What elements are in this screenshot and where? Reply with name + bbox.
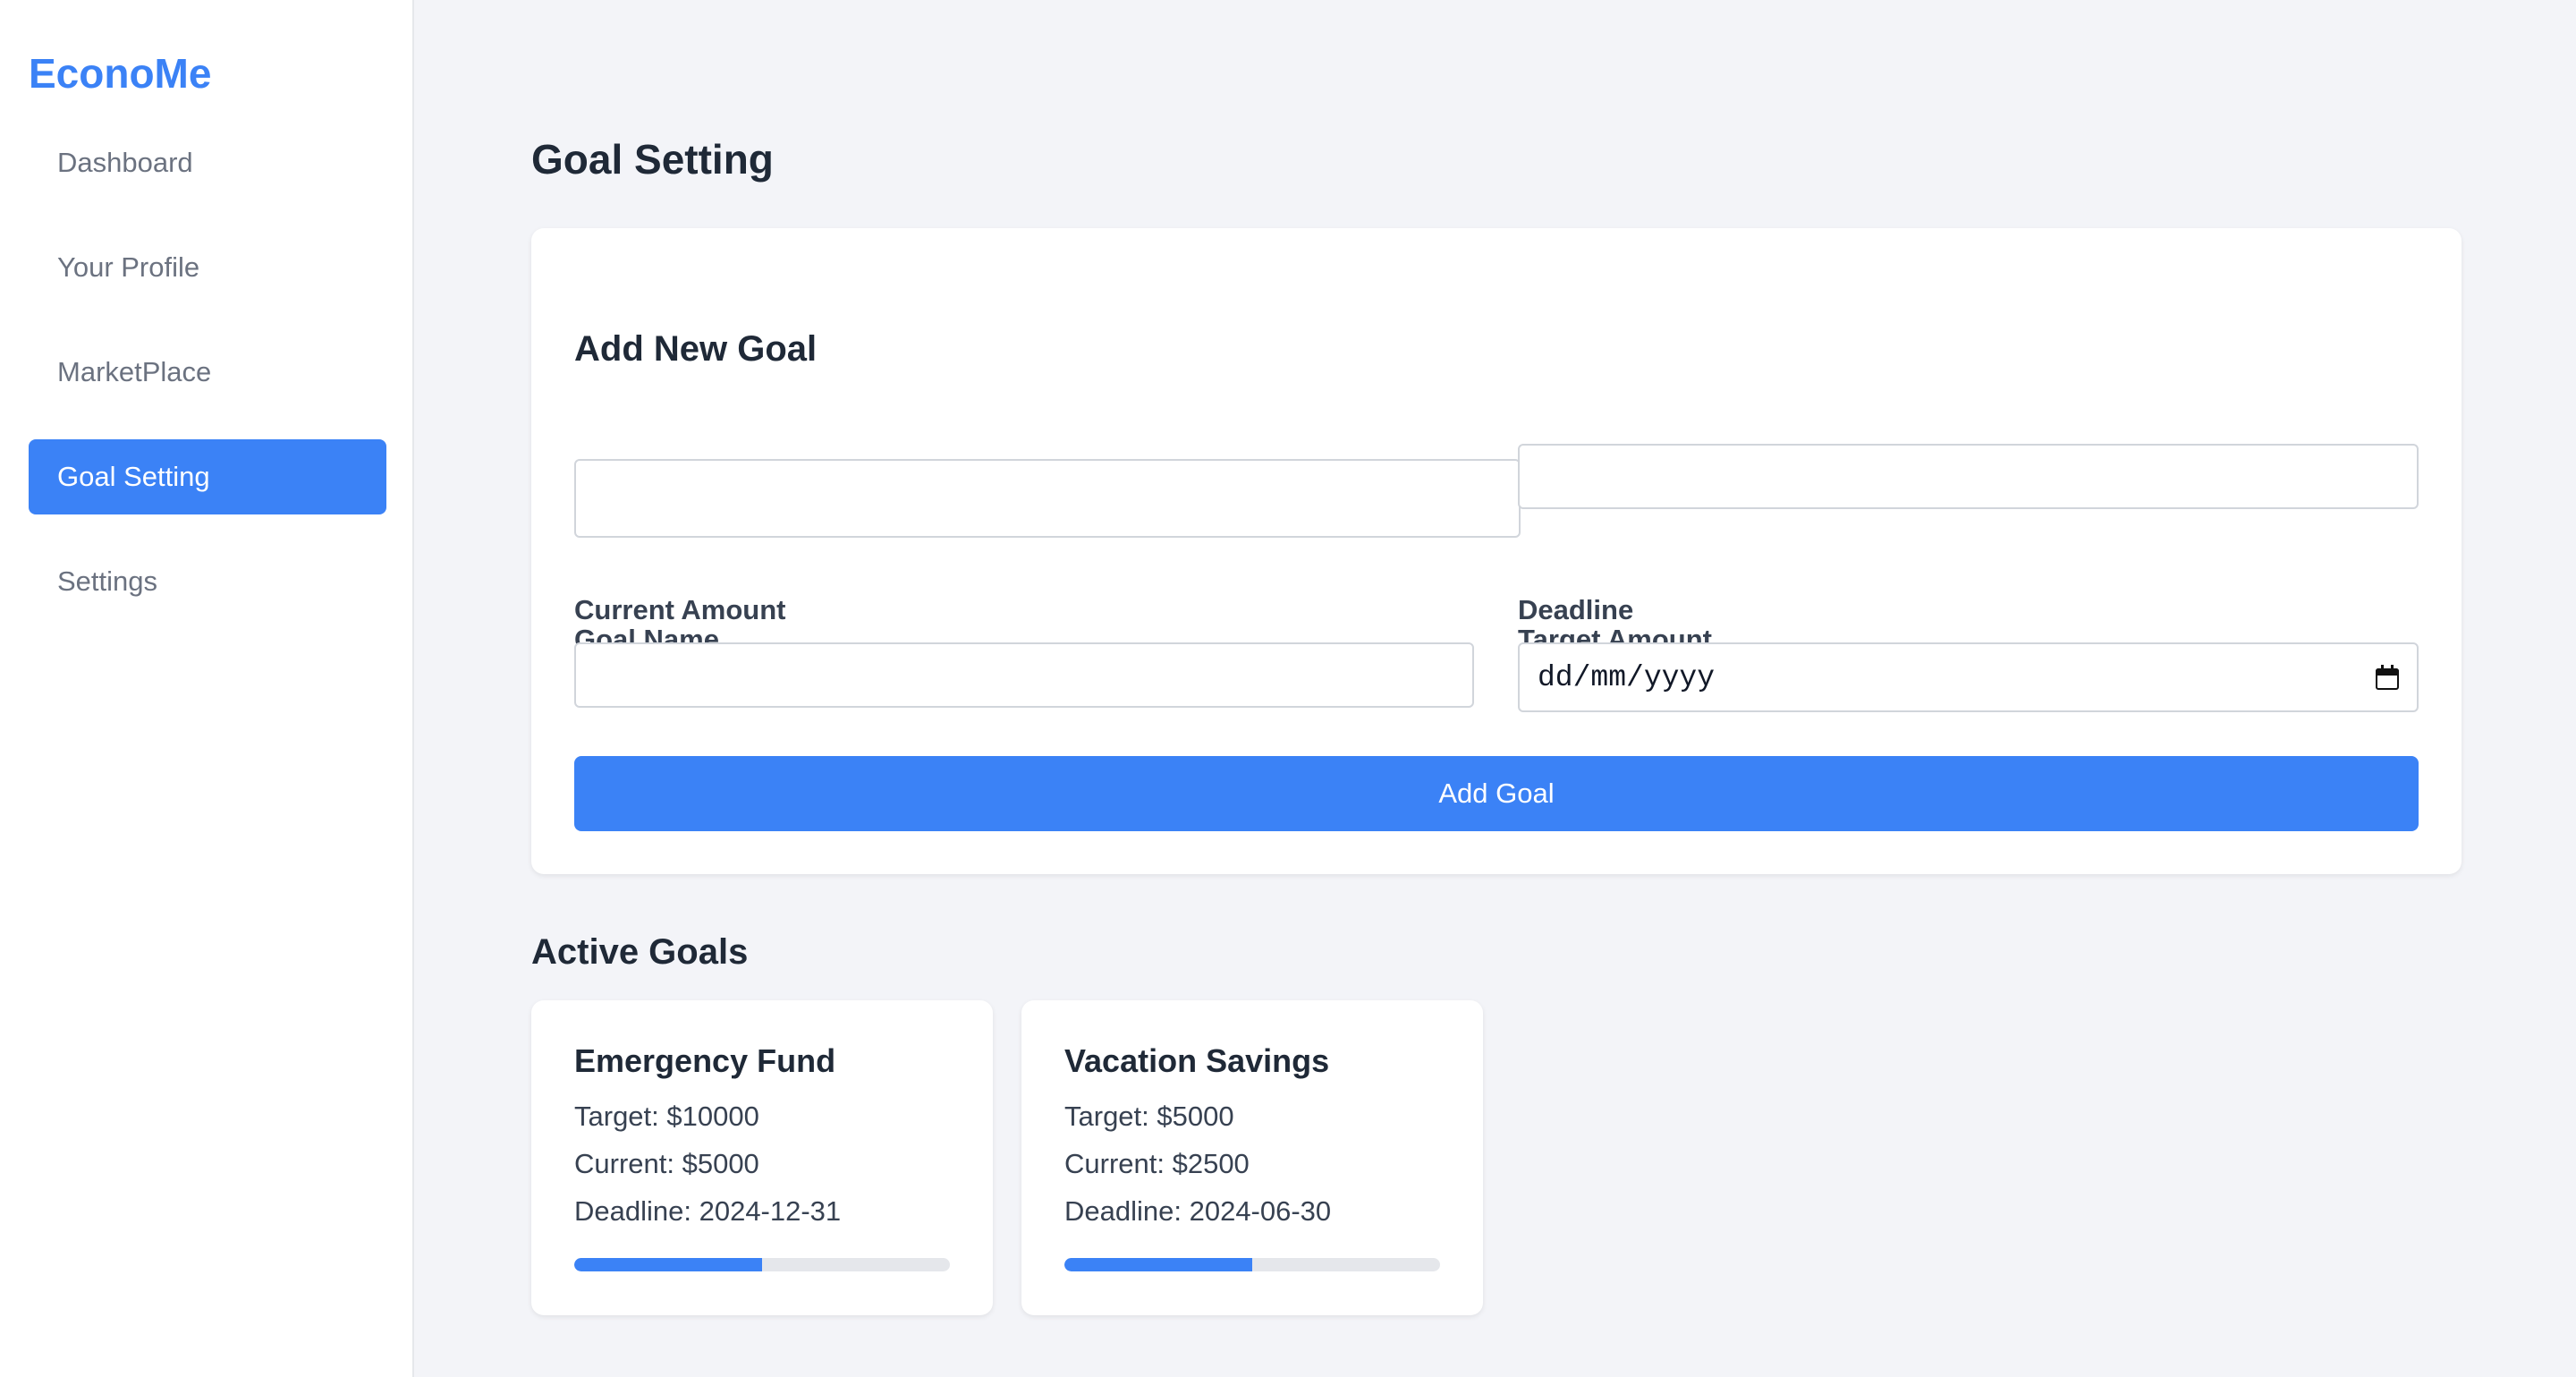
form-heading: Add New Goal — [574, 329, 818, 369]
sidebar-nav: Dashboard Your Profile MarketPlace Goal … — [29, 125, 386, 649]
goal-progress-bar — [574, 1258, 950, 1271]
sidebar-item-goal-setting[interactable]: Goal Setting — [29, 439, 386, 514]
goal-progress-fill — [1064, 1258, 1252, 1271]
goal-name: Emergency Fund — [574, 1042, 836, 1079]
sidebar-item-marketplace[interactable]: MarketPlace — [29, 335, 386, 410]
goal-progress-fill — [574, 1258, 762, 1271]
goal-deadline: Deadline: 2024-06-30 — [1064, 1195, 1332, 1227]
goal-current: Current: $5000 — [574, 1148, 759, 1179]
deadline-input[interactable]: dd/mm/yyyy — [1518, 642, 2419, 712]
sidebar-item-settings[interactable]: Settings — [29, 544, 386, 619]
add-goal-form: Add New Goal Goal Name Target Amount Cur… — [531, 228, 2462, 874]
current-amount-label: Current Amount — [574, 594, 786, 625]
goal-target: Target: $10000 — [574, 1101, 759, 1132]
sidebar-item-your-profile[interactable]: Your Profile — [29, 230, 386, 305]
sidebar-item-dashboard[interactable]: Dashboard — [29, 125, 386, 200]
active-goals-title: Active Goals — [531, 932, 749, 972]
goal-target: Target: $5000 — [1064, 1101, 1234, 1132]
goal-current: Current: $2500 — [1064, 1148, 1250, 1179]
add-goal-button[interactable]: Add Goal — [574, 756, 2419, 831]
goal-deadline: Deadline: 2024-12-31 — [574, 1195, 842, 1227]
page-title: Goal Setting — [531, 136, 774, 183]
deadline-placeholder: dd/mm/yyyy — [1538, 660, 1716, 694]
brand-logo[interactable]: EconoMe — [29, 47, 211, 100]
deadline-label: Deadline — [1518, 594, 1634, 625]
calendar-icon[interactable] — [2376, 665, 2399, 690]
goal-progress-bar — [1064, 1258, 1440, 1271]
sidebar: EconoMe Dashboard Your Profile MarketPla… — [0, 0, 414, 1377]
goal-name: Vacation Savings — [1064, 1042, 1330, 1079]
goal-card-vacation-savings: Vacation Savings Target: $5000 Current: … — [1021, 1000, 1483, 1315]
goal-card-emergency-fund: Emergency Fund Target: $10000 Current: $… — [531, 1000, 993, 1315]
goal-name-input[interactable] — [574, 459, 1521, 538]
target-amount-input[interactable] — [1518, 444, 2419, 509]
current-amount-input[interactable] — [574, 642, 1474, 708]
